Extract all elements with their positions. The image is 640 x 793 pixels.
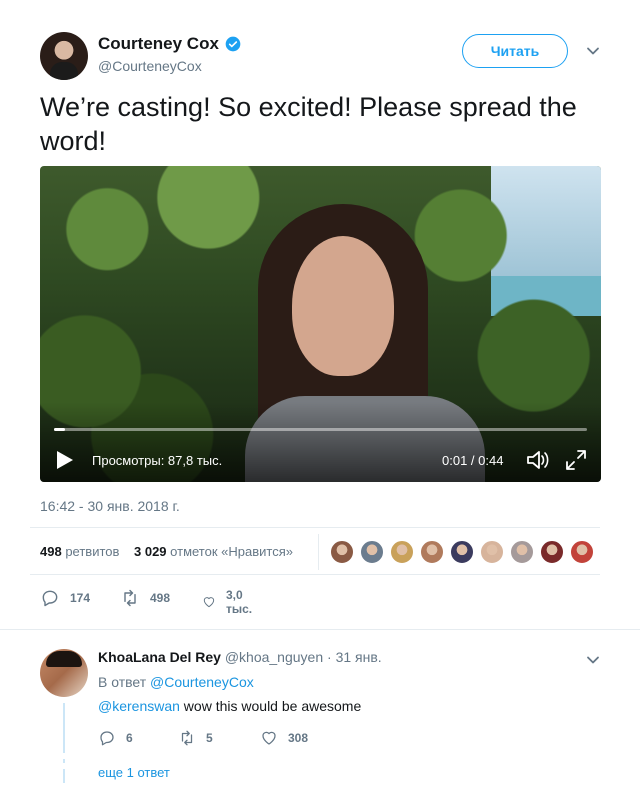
- stats-bar: 498 ретвитов 3 029 отметок «Нравится»: [30, 527, 600, 575]
- liker-avatar[interactable]: [330, 540, 354, 564]
- heart-icon: [203, 597, 215, 608]
- reply-retweet-button[interactable]: 5: [178, 729, 213, 747]
- heart-icon: [262, 731, 276, 745]
- video-progress-bar[interactable]: [54, 428, 587, 431]
- video-views: Просмотры: 87,8 тыс.: [92, 453, 223, 468]
- reply-tweet[interactable]: KhoaLana Del Rey @khoa_nguyen · 31 янв. …: [40, 645, 610, 785]
- reply-like-count: 308: [288, 731, 309, 745]
- in-reply-handle-link[interactable]: @CourteneyCox: [150, 674, 254, 690]
- reply-author-avatar[interactable]: [40, 649, 88, 697]
- reply-author-name[interactable]: KhoaLana Del Rey: [98, 649, 221, 665]
- liker-avatar[interactable]: [570, 540, 594, 564]
- liker-avatar[interactable]: [510, 540, 534, 564]
- more-replies-link[interactable]: еще 1 ответ: [98, 765, 170, 780]
- retweet-icon: [124, 589, 136, 607]
- author-display-name[interactable]: Courteney Cox: [98, 34, 219, 54]
- tweet-text: We’re casting! So excited! Please spread…: [40, 92, 577, 156]
- reply-text: @kerenswan wow this would be awesome: [98, 698, 361, 714]
- volume-icon[interactable]: [526, 449, 550, 471]
- tweet-header: Courteney Cox @CourteneyCox Читать: [40, 28, 610, 82]
- liker-avatar[interactable]: [420, 540, 444, 564]
- reply-icon: [42, 590, 58, 607]
- stat-retweets[interactable]: 498 ретвитов: [40, 544, 119, 559]
- reply-header: KhoaLana Del Rey @khoa_nguyen · 31 янв.: [98, 649, 382, 665]
- reply-retweet-count: 5: [206, 731, 213, 745]
- liker-avatar[interactable]: [540, 540, 564, 564]
- likers-avatars: [330, 540, 594, 564]
- video-player[interactable]: Просмотры: 87,8 тыс. 0:01 / 0:44: [40, 166, 601, 482]
- stat-likes[interactable]: 3 029 отметок «Нравится»: [134, 544, 293, 559]
- retweet-icon: [181, 730, 193, 746]
- fullscreen-icon[interactable]: [564, 448, 588, 472]
- liker-avatar[interactable]: [480, 540, 504, 564]
- reply-button[interactable]: 174: [40, 588, 90, 608]
- retweet-button[interactable]: 498: [120, 588, 170, 608]
- video-time: 0:01 / 0:44: [442, 453, 504, 468]
- liker-avatar[interactable]: [450, 540, 474, 564]
- thread-line: [63, 703, 65, 783]
- liker-avatar[interactable]: [360, 540, 384, 564]
- reply-icon: [100, 731, 114, 746]
- tweet-timestamp[interactable]: 16:42 - 30 янв. 2018 г.: [40, 498, 180, 514]
- likes-label: отметок «Нравится»: [170, 544, 293, 559]
- retweet-count: 498: [150, 591, 171, 605]
- play-icon[interactable]: [56, 450, 74, 470]
- liker-avatar[interactable]: [390, 540, 414, 564]
- author-avatar[interactable]: [40, 32, 88, 80]
- follow-button[interactable]: Читать: [462, 34, 568, 68]
- reply-date[interactable]: · 31 янв.: [327, 649, 382, 665]
- video-progress-fill: [54, 428, 65, 431]
- stats-divider: [318, 534, 319, 570]
- retweets-count: 498: [40, 544, 62, 559]
- mention-link[interactable]: @kerenswan: [98, 698, 180, 714]
- author-name-row: Courteney Cox: [98, 34, 241, 54]
- retweets-label: ретвитов: [65, 544, 120, 559]
- reply-body: wow this would be awesome: [179, 698, 362, 714]
- reply-reply-button[interactable]: 6: [98, 729, 133, 747]
- like-count: 3,0 тыс.: [225, 588, 253, 616]
- chevron-down-icon[interactable]: [586, 653, 600, 667]
- reply-like-button[interactable]: 308: [260, 729, 308, 747]
- author-handle[interactable]: @CourteneyCox: [98, 58, 202, 74]
- in-reply-prefix: В ответ: [98, 674, 147, 690]
- chevron-down-icon[interactable]: [586, 44, 600, 58]
- likes-count: 3 029: [134, 544, 167, 559]
- divider: [0, 629, 640, 630]
- reply-count: 174: [70, 591, 91, 605]
- like-button[interactable]: 3,0 тыс.: [202, 588, 258, 616]
- in-reply-to: В ответ @CourteneyCox: [98, 674, 254, 690]
- reply-reply-count: 6: [126, 731, 133, 745]
- reply-author-handle[interactable]: @khoa_nguyen: [225, 649, 323, 665]
- verified-badge-icon: [225, 36, 241, 52]
